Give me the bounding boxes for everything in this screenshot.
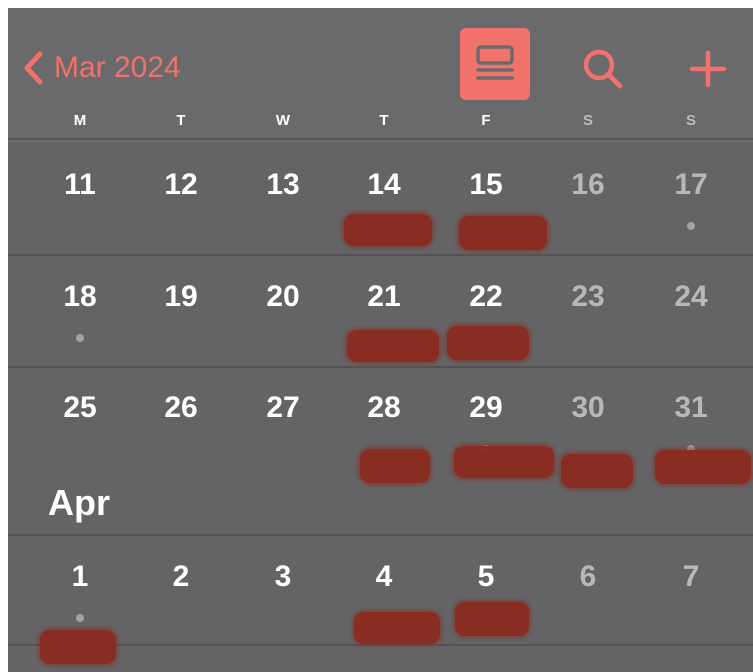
day-cell[interactable]: 21	[349, 280, 419, 314]
search-button[interactable]	[578, 44, 628, 94]
day-cell[interactable]: 16	[553, 168, 623, 202]
day-cell[interactable]: 26	[146, 391, 216, 425]
day-cell[interactable]: 11	[45, 168, 115, 202]
day-cell[interactable]: 14	[349, 168, 419, 202]
day-cell[interactable]: 22	[451, 280, 521, 314]
weekday-label: S	[685, 112, 696, 129]
redacted-event	[360, 449, 430, 483]
redacted-event	[655, 450, 751, 484]
week-divider	[8, 366, 753, 368]
month-label-april: Apr	[48, 482, 110, 523]
event-dot	[76, 334, 84, 342]
redacted-event	[455, 602, 529, 636]
day-cell[interactable]: 4	[349, 560, 419, 594]
chevron-left-icon	[24, 51, 43, 85]
day-cell[interactable]: 20	[248, 280, 318, 314]
day-cell[interactable]: 28	[349, 391, 419, 425]
day-cell[interactable]: 29	[451, 391, 521, 425]
redacted-event	[347, 330, 439, 362]
day-cell[interactable]: 5	[451, 560, 521, 594]
day-cell[interactable]: 1	[45, 560, 115, 594]
day-cell[interactable]: 15	[451, 168, 521, 202]
event-dot	[76, 614, 84, 622]
redacted-event	[447, 326, 529, 360]
week-divider	[8, 138, 753, 140]
week-divider	[8, 644, 753, 646]
day-cell[interactable]: 27	[248, 391, 318, 425]
day-cell[interactable]: 7	[656, 560, 726, 594]
redacted-event	[459, 216, 547, 250]
week-divider	[8, 254, 753, 256]
weekday-label: F	[481, 112, 491, 129]
weekday-label: T	[379, 112, 389, 129]
week-divider	[8, 534, 753, 536]
day-cell[interactable]: 19	[146, 280, 216, 314]
weekday-label: S	[582, 112, 593, 129]
redacted-event	[344, 214, 432, 246]
day-cell[interactable]: 17	[656, 168, 726, 202]
back-label: Mar 2024	[54, 51, 181, 84]
day-cell[interactable]: 30	[553, 391, 623, 425]
weekday-label: M	[73, 112, 87, 129]
list-view-button[interactable]	[460, 28, 530, 100]
weekday-label: T	[176, 112, 186, 129]
day-cell[interactable]: 23	[553, 280, 623, 314]
day-cell[interactable]: 31	[656, 391, 726, 425]
plus-icon	[689, 50, 727, 88]
back-to-month-button[interactable]: Mar 2024	[22, 48, 181, 88]
day-cell[interactable]: 2	[146, 560, 216, 594]
weekday-header: M T W T F S S	[8, 112, 753, 136]
redacted-event	[454, 446, 554, 478]
redacted-event	[561, 454, 633, 488]
list-view-icon	[476, 45, 514, 80]
redacted-event	[354, 612, 440, 644]
add-event-button[interactable]	[683, 44, 733, 94]
weekday-label: W	[275, 112, 291, 129]
day-cell[interactable]: 3	[248, 560, 318, 594]
redacted-event	[40, 630, 116, 664]
calendar-screen: Mar 2024 M T W T F S S 11 12 13 14 15 16…	[8, 8, 753, 672]
day-cell[interactable]: 24	[656, 280, 726, 314]
day-cell[interactable]: 18	[45, 280, 115, 314]
calendar-header: Mar 2024 M T W T F S S	[8, 8, 753, 143]
search-icon	[583, 49, 623, 89]
day-cell[interactable]: 25	[45, 391, 115, 425]
day-cell[interactable]: 13	[248, 168, 318, 202]
day-cell[interactable]: 6	[553, 560, 623, 594]
event-dot	[687, 222, 695, 230]
day-cell[interactable]: 12	[146, 168, 216, 202]
